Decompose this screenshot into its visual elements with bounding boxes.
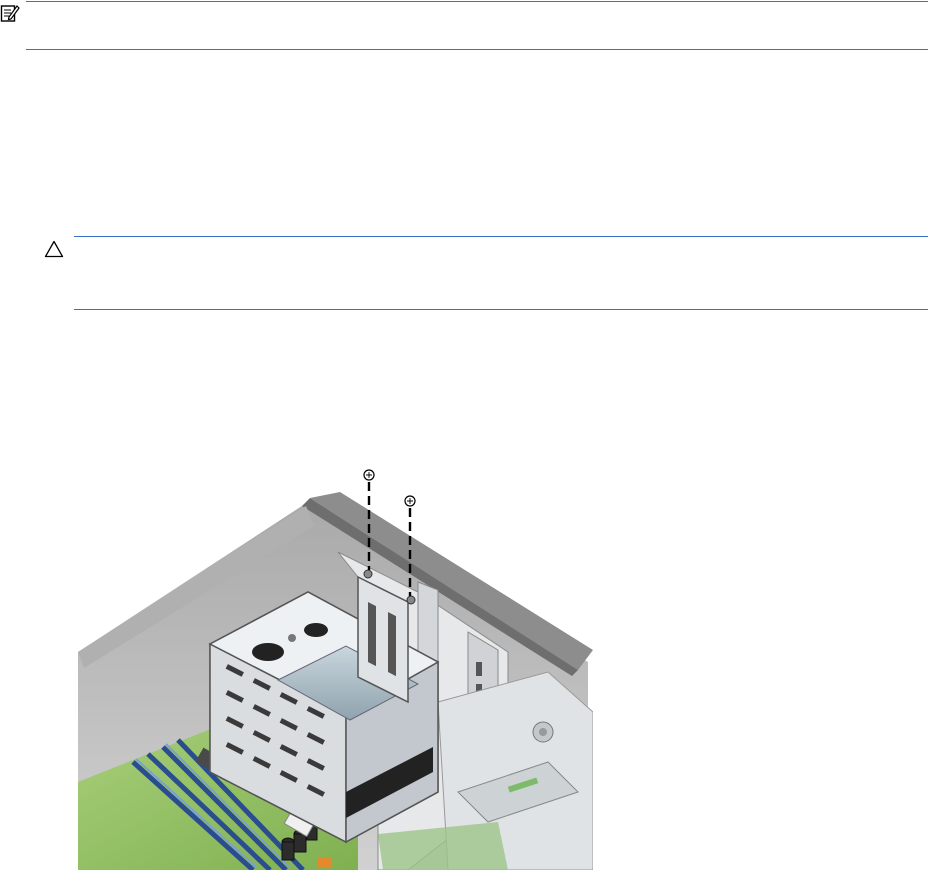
caution-top-rule: [74, 236, 928, 237]
note-icon: [0, 5, 20, 22]
note-bottom-rule: [26, 49, 928, 50]
caution-bottom-rule: [74, 309, 928, 310]
caution-icon: [44, 240, 64, 258]
note-top-rule: [26, 1, 928, 2]
drive-cage-removal-illustration: [78, 469, 593, 870]
